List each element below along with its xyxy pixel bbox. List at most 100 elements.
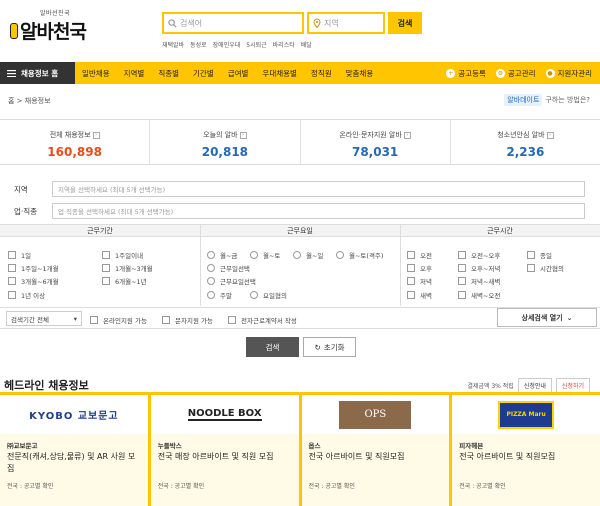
popular-keyword[interactable]: 재택알바 — [162, 40, 184, 49]
stat-youth[interactable]: 청소년안심 알바 › 2,236 — [451, 120, 600, 164]
job-card[interactable]: NOODLE BOX 누들박스 전국 매장 아르바이트 및 직원 모집 전국 :… — [150, 395, 302, 506]
nav-item-general[interactable]: 일반채용 — [75, 68, 117, 79]
time-option[interactable]: 오전 — [407, 250, 432, 260]
job-card[interactable]: OPS 옵스 전국 아르바이트 및 직원모집 전국 : 공고별 확인 — [301, 395, 453, 506]
job-select-input[interactable]: 업·직종을 선택하세요 (최대 5개 선택가능) — [52, 203, 585, 219]
checkbox[interactable] — [228, 316, 236, 324]
checkbox[interactable] — [407, 291, 415, 299]
radio[interactable] — [336, 251, 344, 259]
online-apply-option[interactable]: 온라인지원 가능 — [90, 315, 147, 325]
popular-keyword[interactable]: 배달 — [301, 40, 312, 49]
checkbox[interactable] — [8, 264, 16, 272]
checkbox[interactable] — [90, 316, 98, 324]
keyword-search-input[interactable]: 검색어 — [162, 12, 304, 34]
nav-item-job[interactable]: 직종별 — [151, 68, 186, 79]
job-card[interactable]: KYOBO 교보문고 ㈜교보문고 전문직(캐셔,상담,물류) 및 AR 사원 모… — [0, 395, 151, 506]
nav-item-period[interactable]: 기간별 — [186, 68, 221, 79]
stat-today[interactable]: 오늘의 알바 › 20,818 — [150, 120, 301, 164]
nav-item-pay[interactable]: 급여별 — [221, 68, 256, 79]
checkbox[interactable] — [458, 251, 466, 259]
nav-item-fulltime[interactable]: 정직원 — [304, 68, 339, 79]
nav-item-custom[interactable]: 맞춤채용 — [339, 68, 381, 79]
search-period-select[interactable]: 검색기간 전체 ▾ — [6, 311, 82, 326]
popular-keyword[interactable]: 동성로 — [190, 40, 207, 49]
time-option[interactable]: 저녁 — [407, 276, 432, 286]
checkbox[interactable] — [527, 264, 535, 272]
period-option[interactable]: 1년 이상 — [8, 290, 45, 300]
checkbox[interactable] — [458, 264, 466, 272]
radio[interactable] — [250, 251, 258, 259]
radio[interactable] — [293, 251, 301, 259]
location-search-input[interactable]: 지역 — [307, 12, 385, 34]
alba-guide-link[interactable]: 알바데이트 구하는 방법은? — [504, 94, 590, 106]
nav-item-preferred[interactable]: 우대채용별 — [255, 68, 304, 79]
period-option[interactable]: 1주일~1개월 — [8, 263, 59, 273]
radio[interactable] — [207, 277, 215, 285]
post-register-link[interactable]: + 공고등록 — [446, 68, 486, 79]
time-option[interactable]: 오전~오후 — [458, 250, 500, 260]
period-option[interactable]: 6개월~1년 — [102, 276, 147, 286]
period-option[interactable]: 1주일이내 — [102, 250, 143, 260]
checkbox[interactable] — [8, 291, 16, 299]
detail-search-toggle[interactable]: 상세검색 열기 ⌄ — [497, 308, 597, 327]
checkbox[interactable] — [8, 277, 16, 285]
e-contract-option[interactable]: 전자근로계약서 작성 — [228, 315, 297, 325]
checkbox[interactable] — [458, 277, 466, 285]
radio[interactable] — [207, 291, 215, 299]
time-option[interactable]: 새벽~오전 — [458, 290, 500, 300]
stat-online[interactable]: 온라인·문자지원 알바 › 78,031 — [301, 120, 451, 164]
checkbox[interactable] — [162, 316, 170, 324]
refresh-icon: ↻ — [314, 342, 321, 352]
apply-guide-button[interactable]: 신청안내 — [517, 378, 552, 393]
stat-online-value: 78,031 — [351, 145, 399, 159]
checkbox[interactable] — [102, 264, 110, 272]
days-option[interactable]: 근무일선택 — [207, 263, 250, 273]
search-button[interactable]: 검색 — [388, 12, 422, 34]
days-option[interactable]: 근무요일선택 — [207, 276, 256, 286]
period-option[interactable]: 1개월~3개월 — [102, 263, 153, 273]
popular-keyword[interactable]: 장애인우대 — [213, 40, 241, 49]
time-option[interactable]: 종일 — [527, 250, 552, 260]
submit-search-button[interactable]: 검색 — [246, 337, 299, 357]
checkbox[interactable] — [458, 291, 466, 299]
popular-keyword[interactable]: 5시퇴근 — [246, 40, 266, 49]
radio[interactable] — [207, 251, 215, 259]
time-option[interactable]: 오후~저녁 — [458, 263, 500, 273]
days-option-label: 요일협의 — [263, 292, 287, 300]
days-option[interactable]: 요일협의 — [250, 290, 287, 300]
checkbox[interactable] — [8, 251, 16, 259]
applicant-manage-link[interactable]: ● 지원자관리 — [545, 68, 592, 79]
checkbox[interactable] — [407, 264, 415, 272]
time-option[interactable]: 시간협의 — [527, 263, 564, 273]
radio[interactable] — [207, 264, 215, 272]
popular-keyword[interactable]: 바리스타 — [273, 40, 295, 49]
time-option[interactable]: 저녁~새벽 — [458, 276, 500, 286]
job-label: 업·직종 — [14, 206, 38, 216]
job-card[interactable]: PIZZA Maru 피자헤븐 전국 아르바이트 및 직원모집 전국 : 공고별… — [452, 395, 600, 506]
post-manage-link[interactable]: ⚙ 공고관리 — [495, 68, 536, 79]
period-option[interactable]: 1일 — [8, 250, 31, 260]
site-logo[interactable]: 알바천국 — [10, 17, 87, 44]
stat-total[interactable]: 전체 채용정보 › 160,898 — [0, 120, 151, 164]
nav-home-menu[interactable]: 채용정보 홈 — [0, 62, 75, 84]
checkbox[interactable] — [407, 277, 415, 285]
radio[interactable] — [250, 291, 258, 299]
sms-apply-option[interactable]: 문자지원 가능 — [162, 315, 213, 325]
checkbox[interactable] — [102, 277, 110, 285]
days-option[interactable]: 월~일 — [293, 250, 323, 260]
time-option[interactable]: 오후 — [407, 263, 432, 273]
checkbox[interactable] — [527, 251, 535, 259]
apply-button[interactable]: 신청하기 — [555, 378, 590, 393]
checkbox[interactable] — [102, 251, 110, 259]
checkbox[interactable] — [407, 251, 415, 259]
days-option[interactable]: 주말 — [207, 290, 232, 300]
chevron-right-icon: › — [546, 131, 554, 139]
time-option[interactable]: 새벽 — [407, 290, 432, 300]
days-option[interactable]: 월~토(격주) — [336, 250, 383, 260]
nav-item-region[interactable]: 지역별 — [117, 68, 152, 79]
period-option[interactable]: 3개월~6개월 — [8, 276, 59, 286]
days-option[interactable]: 월~토 — [250, 250, 280, 260]
reset-button[interactable]: ↻ 초기화 — [303, 337, 356, 357]
days-option[interactable]: 월~금 — [207, 250, 237, 260]
region-select-input[interactable]: 지역을 선택하세요 (최대 5개 선택가능) — [52, 181, 585, 197]
